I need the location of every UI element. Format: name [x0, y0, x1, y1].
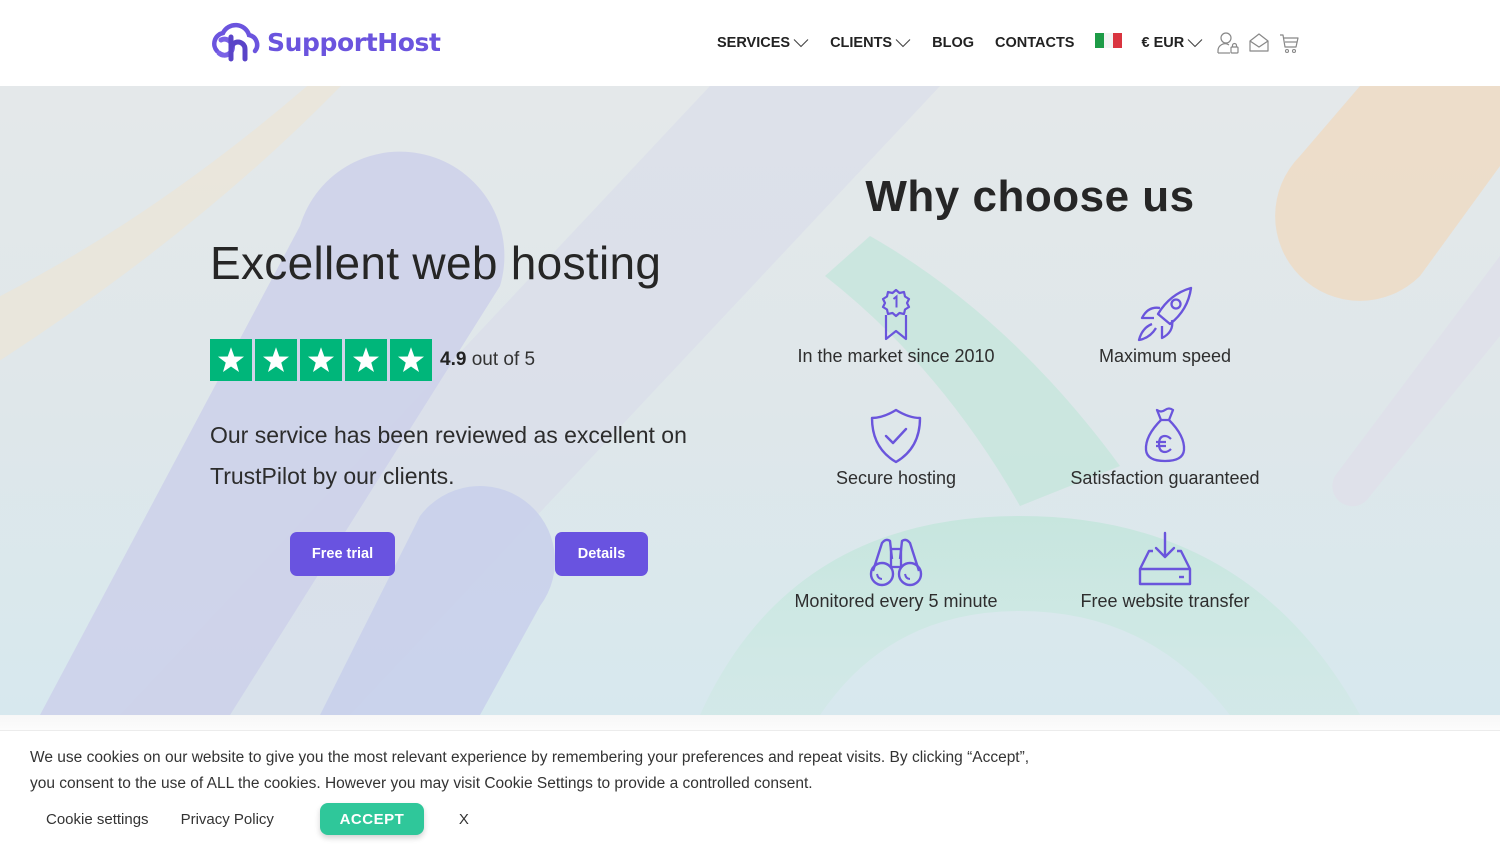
free-trial-button[interactable]: Free trial [290, 532, 395, 576]
feature-market-since: In the market since 2010 [761, 284, 1031, 367]
feature-label: Maximum speed [1098, 346, 1232, 366]
chevron-down-icon [793, 39, 809, 48]
cookie-actions: Cookie settings Privacy Policy ACCEPT X [46, 803, 469, 835]
nav-services-label: SERVICES [717, 35, 791, 51]
feature-label: Secure hosting [835, 468, 957, 488]
currency-selector[interactable]: € EUR [1141, 35, 1203, 51]
feature-label: Monitored every 5 minute [794, 591, 998, 611]
logo[interactable]: SupportHost [209, 21, 441, 63]
feature-maximum-speed: Maximum speed [1030, 284, 1300, 367]
envelope-icon[interactable] [1248, 32, 1270, 54]
rating-suffix: out of 5 [471, 349, 536, 370]
rating-star-icon [255, 339, 297, 381]
close-cookie-bar-button[interactable]: X [459, 811, 469, 828]
feature-satisfaction: Satisfaction guaranteed [1030, 406, 1300, 489]
shield-check-icon [870, 408, 922, 464]
logo-cloud-icon [212, 22, 260, 62]
nav-clients-label: CLIENTS [830, 35, 893, 51]
privacy-policy-link[interactable]: Privacy Policy [181, 811, 274, 828]
cookie-bar-divider [0, 715, 1500, 731]
cart-icon[interactable] [1279, 32, 1299, 54]
site-header: SupportHost SERVICES CLIENTS BLOG CONTAC… [0, 0, 1500, 86]
details-button[interactable]: Details [555, 532, 648, 576]
feature-label: Satisfaction guaranteed [1070, 468, 1260, 488]
main-nav: SERVICES CLIENTS BLOG CONTACTS € EUR [717, 30, 1299, 56]
rating-star-icon [345, 339, 387, 381]
rating-star-icon [300, 339, 342, 381]
currency-label: € EUR [1141, 35, 1185, 51]
italian-flag-icon[interactable] [1095, 33, 1122, 48]
download-drive-icon [1138, 531, 1192, 586]
cookie-settings-link[interactable]: Cookie settings [46, 811, 149, 828]
brand-name: SupportHost [267, 27, 441, 57]
accept-cookies-button[interactable]: ACCEPT [319, 803, 424, 835]
nav-contacts[interactable]: CONTACTS [995, 35, 1074, 51]
money-bag-euro-icon [1144, 407, 1186, 463]
rocket-icon [1137, 286, 1193, 342]
nav-clients[interactable]: CLIENTS [830, 35, 911, 51]
feature-label: In the market since 2010 [797, 346, 995, 366]
rating-star-icon [390, 339, 432, 381]
hero-description: Our service has been reviewed as excelle… [210, 422, 687, 489]
hero-title: Excellent web hosting [210, 237, 662, 289]
cookie-message: We use cookies on our website to give yo… [30, 749, 1030, 792]
nav-services[interactable]: SERVICES [717, 35, 809, 51]
feature-secure-hosting: Secure hosting [761, 406, 1031, 489]
why-choose-us-title: Why choose us [865, 172, 1195, 221]
cookie-consent-bar: We use cookies on our website to give yo… [0, 715, 1500, 855]
rating-stars [210, 339, 432, 381]
chevron-down-icon [1187, 39, 1203, 48]
user-lock-icon[interactable] [1217, 31, 1239, 55]
trustpilot-rating: 4.9 out of 5 [210, 339, 535, 381]
rating-text: 4.9 out of 5 [440, 349, 535, 371]
feature-label: Free website transfer [1080, 591, 1250, 611]
rating-value: 4.9 [440, 349, 467, 370]
feature-website-transfer: Free website transfer [1030, 529, 1300, 612]
nav-blog[interactable]: BLOG [932, 35, 974, 51]
hero-section: Excellent web hosting 4.9 out of 5 Our s… [0, 86, 1500, 715]
rating-star-icon [210, 339, 252, 381]
binoculars-icon [869, 538, 923, 587]
award-ribbon-icon [881, 288, 911, 341]
chevron-down-icon [895, 39, 911, 48]
feature-monitored: Monitored every 5 minute [761, 529, 1031, 612]
